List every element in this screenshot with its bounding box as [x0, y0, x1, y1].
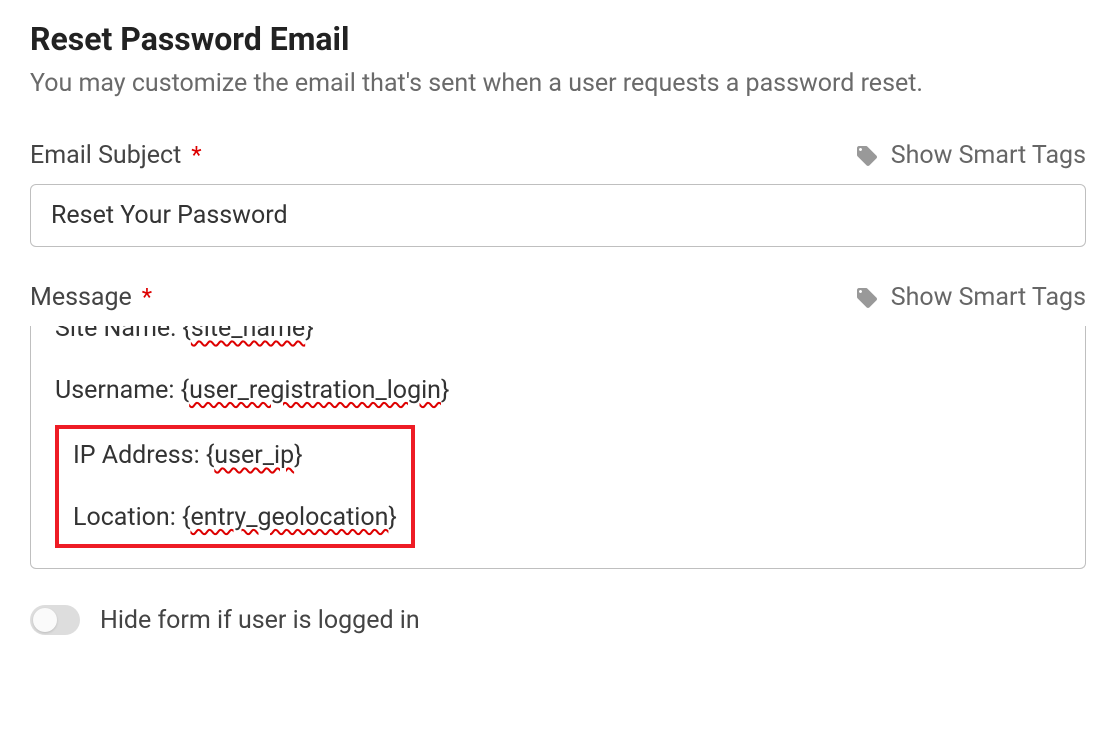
cutoff-prefix: Site Name: {: [55, 326, 191, 343]
section-description: You may customize the email that's sent …: [30, 66, 1086, 101]
show-smart-tags-link-subject[interactable]: Show Smart Tags: [855, 141, 1086, 170]
required-asterisk: *: [142, 283, 152, 311]
message-textarea[interactable]: Site Name: {site_name} Username: {user_r…: [30, 326, 1086, 569]
cutoff-tag: site_name: [191, 326, 305, 343]
line1-suffix: }: [441, 376, 449, 405]
lineB-prefix: Location: {: [73, 503, 190, 532]
hide-form-label: Hide form if user is logged in: [100, 606, 420, 635]
email-subject-label-wrap: Email Subject *: [30, 141, 202, 170]
required-asterisk: *: [191, 141, 201, 169]
email-subject-label: Email Subject: [30, 141, 181, 170]
message-line-location: Location: {entry_geolocation}: [73, 499, 397, 537]
cutoff-suffix: }: [305, 326, 313, 343]
line1-tag: user_registration_login: [189, 376, 441, 405]
email-subject-field: Email Subject * Show Smart Tags: [30, 141, 1086, 247]
lineA-prefix: IP Address: {: [73, 441, 214, 470]
highlight-box: IP Address: {user_ip} Location: {entry_g…: [55, 425, 415, 548]
message-line-username: Username: {user_registration_login}: [55, 372, 1061, 410]
email-subject-input[interactable]: [30, 184, 1086, 247]
smart-tags-label: Show Smart Tags: [891, 141, 1086, 170]
toggle-knob: [33, 608, 57, 632]
lineA-suffix: }: [294, 441, 302, 470]
hide-form-toggle-row: Hide form if user is logged in: [30, 605, 1086, 635]
section-title: Reset Password Email: [30, 20, 1086, 58]
show-smart-tags-link-message[interactable]: Show Smart Tags: [855, 283, 1086, 312]
tag-icon: [855, 286, 879, 310]
label-row: Email Subject * Show Smart Tags: [30, 141, 1086, 170]
tag-icon: [855, 144, 879, 168]
smart-tags-label: Show Smart Tags: [891, 283, 1086, 312]
lineA-tag: user_ip: [214, 441, 294, 470]
message-cutoff-line: Site Name: {site_name}: [55, 326, 1061, 348]
message-label-wrap: Message *: [30, 283, 152, 312]
hide-form-toggle[interactable]: [30, 605, 80, 635]
lineB-suffix: }: [388, 503, 396, 532]
message-label: Message: [30, 283, 132, 312]
lineB-tag: entry_geolocation: [190, 503, 388, 532]
line1-prefix: Username: {: [55, 376, 189, 405]
message-line-ip: IP Address: {user_ip}: [73, 437, 397, 475]
message-field: Message * Show Smart Tags Site Name: {si…: [30, 283, 1086, 569]
label-row: Message * Show Smart Tags: [30, 283, 1086, 312]
